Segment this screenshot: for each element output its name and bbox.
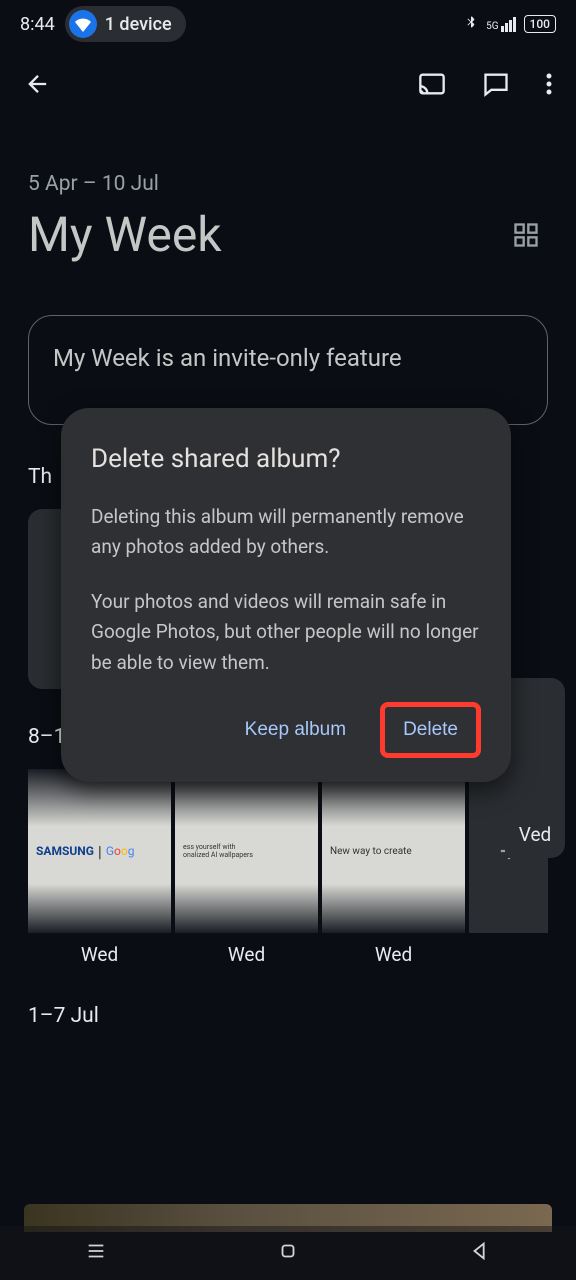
nav-recent-icon[interactable]	[85, 1240, 107, 1266]
battery-indicator: 100	[524, 15, 556, 33]
back-icon[interactable]	[24, 70, 52, 98]
date-range: 5 Apr – 10 Jul	[28, 172, 548, 196]
section-1-7: 1–7 Jul	[28, 1004, 548, 1028]
status-bar: 8:44 1 device 5G 100	[0, 0, 576, 48]
day-label: Wed	[28, 943, 171, 966]
nav-back-icon[interactable]	[469, 1240, 491, 1266]
more-icon[interactable]	[546, 72, 552, 96]
dialog-text: Your photos and videos will remain safe …	[91, 587, 481, 678]
delete-dialog: Delete shared album? Deleting this album…	[61, 408, 511, 782]
dialog-text: Deleting this album will permanently rem…	[91, 502, 481, 563]
bluetooth-icon	[464, 13, 478, 35]
cast-icon[interactable]	[418, 70, 446, 98]
wifi-icon	[69, 10, 97, 38]
nav-bar	[0, 1226, 576, 1280]
device-pill[interactable]: 1 device	[65, 6, 186, 42]
list-item[interactable]: New way to create Wed	[322, 769, 465, 966]
list-item[interactable]: SAMSUNG | Goog Wed	[28, 769, 171, 966]
list-item[interactable]: ess yourself with onalized AI wallpapers…	[175, 769, 318, 966]
device-count: 1 device	[105, 14, 172, 35]
delete-button[interactable]: Delete	[403, 719, 458, 741]
dialog-title: Delete shared album?	[91, 444, 481, 474]
app-bar	[0, 48, 576, 120]
nav-home-icon[interactable]	[277, 1240, 299, 1266]
network-icon: 5G	[486, 17, 515, 32]
invite-text: My Week is an invite-only feature	[53, 344, 402, 372]
clock: 8:44	[20, 14, 55, 35]
day-label: Wed	[322, 943, 465, 966]
day-label: Wed	[175, 943, 318, 966]
grid-view-icon[interactable]	[512, 221, 540, 249]
photo-slot-partial[interactable]: Ved	[505, 678, 565, 858]
keep-album-button[interactable]: Keep album	[231, 707, 360, 753]
page-title: My Week	[28, 206, 222, 263]
message-icon[interactable]	[482, 70, 510, 98]
highlight-annotation: Delete	[380, 702, 481, 758]
